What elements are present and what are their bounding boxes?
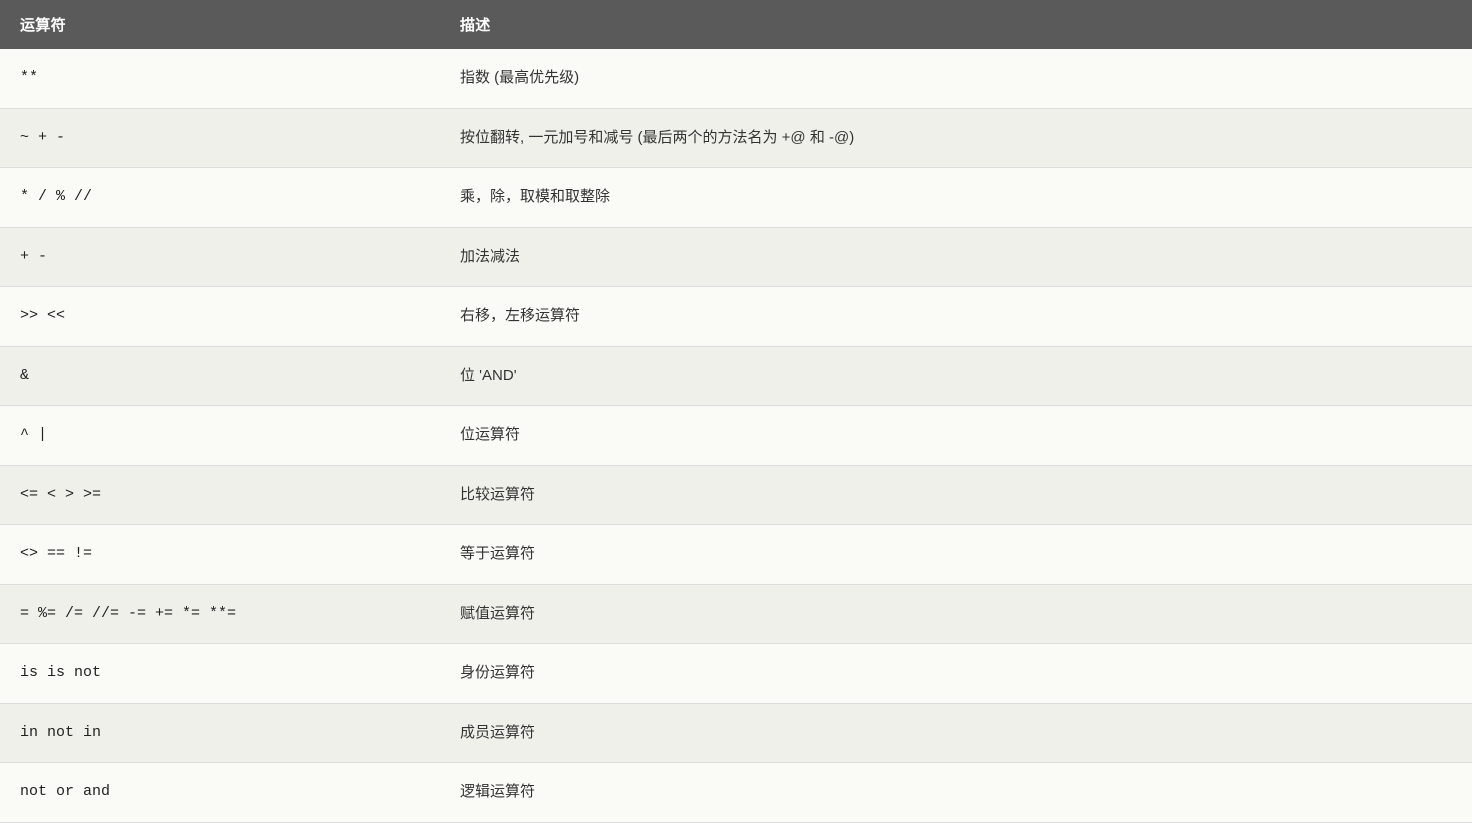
- cell-description: 按位翻转, 一元加号和减号 (最后两个的方法名为 +@ 和 -@): [440, 108, 1472, 168]
- operators-table: 运算符 描述 **指数 (最高优先级)~ + -按位翻转, 一元加号和减号 (最…: [0, 0, 1472, 823]
- cell-description: 成员运算符: [440, 703, 1472, 763]
- table-row: in not in成员运算符: [0, 703, 1472, 763]
- cell-description: 赋值运算符: [440, 584, 1472, 644]
- table-row: * / % //乘，除，取模和取整除: [0, 168, 1472, 228]
- column-header-description: 描述: [440, 0, 1472, 49]
- table-row: <> == !=等于运算符: [0, 525, 1472, 585]
- table-header-row: 运算符 描述: [0, 0, 1472, 49]
- cell-operator: <= < > >=: [0, 465, 440, 525]
- cell-description: 比较运算符: [440, 465, 1472, 525]
- table-row: &位 'AND': [0, 346, 1472, 406]
- table-row: **指数 (最高优先级): [0, 49, 1472, 108]
- table-row: + -加法减法: [0, 227, 1472, 287]
- table-row: <= < > >=比较运算符: [0, 465, 1472, 525]
- cell-description: 位运算符: [440, 406, 1472, 466]
- cell-operator: is is not: [0, 644, 440, 704]
- cell-operator: ^ |: [0, 406, 440, 466]
- cell-operator: + -: [0, 227, 440, 287]
- cell-description: 乘，除，取模和取整除: [440, 168, 1472, 228]
- page-container: 运算符 描述 **指数 (最高优先级)~ + -按位翻转, 一元加号和减号 (最…: [0, 0, 1472, 823]
- cell-description: 位 'AND': [440, 346, 1472, 406]
- cell-operator: **: [0, 49, 440, 108]
- cell-description: 等于运算符: [440, 525, 1472, 585]
- cell-operator: <> == !=: [0, 525, 440, 585]
- cell-operator: >> <<: [0, 287, 440, 347]
- cell-operator: not or and: [0, 763, 440, 823]
- cell-operator: in not in: [0, 703, 440, 763]
- table-row: >> <<右移，左移运算符: [0, 287, 1472, 347]
- cell-operator: ~ + -: [0, 108, 440, 168]
- table-row: = %= /= //= -= += *= **=赋值运算符: [0, 584, 1472, 644]
- cell-description: 逻辑运算符: [440, 763, 1472, 823]
- cell-operator: = %= /= //= -= += *= **=: [0, 584, 440, 644]
- cell-description: 右移，左移运算符: [440, 287, 1472, 347]
- table-row: ^ |位运算符: [0, 406, 1472, 466]
- column-header-operator: 运算符: [0, 0, 440, 49]
- cell-description: 身份运算符: [440, 644, 1472, 704]
- cell-description: 加法减法: [440, 227, 1472, 287]
- table-row: ~ + -按位翻转, 一元加号和减号 (最后两个的方法名为 +@ 和 -@): [0, 108, 1472, 168]
- cell-description: 指数 (最高优先级): [440, 49, 1472, 108]
- cell-operator: &: [0, 346, 440, 406]
- table-row: is is not身份运算符: [0, 644, 1472, 704]
- cell-operator: * / % //: [0, 168, 440, 228]
- table-row: not or and逻辑运算符: [0, 763, 1472, 823]
